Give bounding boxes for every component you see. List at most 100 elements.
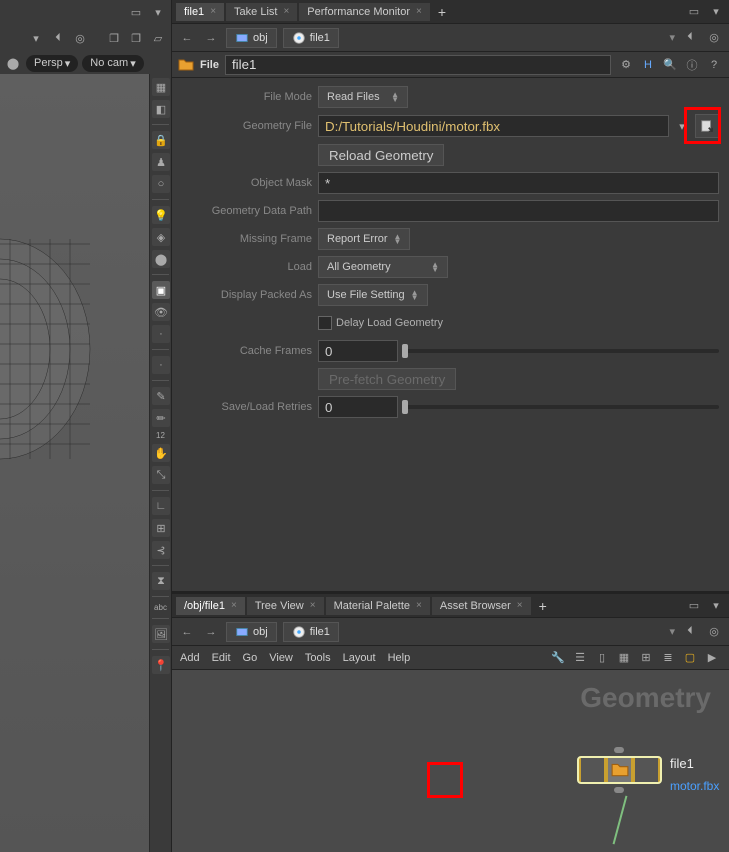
maximize-icon[interactable]: ▭ (685, 3, 703, 21)
node-flag-left[interactable] (581, 758, 604, 782)
node-flag-right[interactable] (635, 758, 658, 782)
shelf-person-icon[interactable]: ♟ (152, 153, 170, 171)
retries-input[interactable] (318, 396, 398, 418)
close-icon[interactable]: × (416, 600, 422, 611)
help-icon[interactable]: ? (705, 56, 723, 74)
pane-menu-icon[interactable]: ▾ (707, 3, 725, 21)
table-icon[interactable]: ⊞ (637, 649, 655, 667)
gear-icon[interactable]: ⚙ (617, 56, 635, 74)
close-icon[interactable]: × (210, 6, 216, 17)
tab-material-palette[interactable]: Material Palette× (326, 597, 430, 615)
grid-color-icon[interactable]: ▦ (615, 649, 633, 667)
viewport-3d[interactable] (0, 74, 149, 852)
shelf-bulb-icon[interactable]: 💡 (152, 206, 170, 224)
file-mode-select[interactable]: Read Files ▲▼ (318, 86, 408, 108)
search-icon[interactable]: 🔍 (661, 56, 679, 74)
geo-data-path-input[interactable] (318, 200, 719, 222)
menu-help[interactable]: Help (388, 652, 411, 664)
maximize-icon[interactable]: ▭ (127, 3, 145, 21)
shelf-wireframe-icon[interactable]: ▦ (152, 78, 170, 96)
node-input-connector[interactable] (614, 747, 624, 753)
target-icon[interactable]: ◎ (705, 29, 723, 47)
close-icon[interactable]: × (231, 600, 237, 611)
display-packed-select[interactable]: Use File Setting ▲▼ (318, 284, 428, 306)
network-view[interactable]: Geometry file1 motor.fbx (172, 670, 729, 852)
shelf-circle-icon[interactable]: ○ (152, 175, 170, 193)
shelf-image-icon[interactable]: 🖼 (152, 625, 170, 643)
tool-icon[interactable]: ▱ (149, 29, 167, 47)
close-icon[interactable]: × (310, 600, 316, 611)
info-icon[interactable]: ⓘ (683, 56, 701, 74)
close-icon[interactable]: × (517, 600, 523, 611)
breadcrumb-dropdown-icon[interactable]: ▾ (669, 31, 675, 44)
detail-icon[interactable]: ≣ (659, 649, 677, 667)
close-icon[interactable]: × (283, 6, 289, 17)
target-icon[interactable]: ◎ (71, 29, 89, 47)
menu-tools[interactable]: Tools (305, 652, 331, 664)
breadcrumb-dropdown-icon[interactable]: ▾ (669, 625, 675, 638)
dropdown-arrow-icon[interactable]: ▾ (27, 29, 45, 47)
nw-breadcrumb-file1[interactable]: file1 (283, 622, 339, 642)
forward-icon[interactable]: → (202, 29, 220, 47)
cache-frames-input[interactable] (318, 340, 398, 362)
shelf-draw-icon[interactable]: ✎ (152, 387, 170, 405)
breadcrumb-obj[interactable]: obj (226, 28, 277, 48)
list-icon[interactable]: ☰ (571, 649, 589, 667)
tab-perf-monitor[interactable]: Performance Monitor× (299, 3, 430, 21)
maximize-icon[interactable]: ▭ (685, 597, 703, 615)
geometry-file-input[interactable] (318, 115, 669, 137)
back-icon[interactable]: ← (178, 623, 196, 641)
shelf-pin-icon[interactable]: 📍 (152, 656, 170, 674)
tab-obj-file1[interactable]: /obj/file1× (176, 597, 245, 615)
shelf-dot2-icon[interactable]: · (152, 356, 170, 374)
tab-asset-browser[interactable]: Asset Browser× (432, 597, 531, 615)
camera-dropdown[interactable]: No cam▾ (82, 55, 143, 72)
wrench-icon[interactable]: 🔧 (549, 649, 567, 667)
shelf-lock-icon[interactable]: 🔒 (152, 131, 170, 149)
shelf-angle-icon[interactable]: ∟ (152, 497, 170, 515)
circle-left-icon[interactable]: ⬤ (4, 54, 22, 72)
pane-menu-icon[interactable]: ▾ (149, 3, 167, 21)
menu-edit[interactable]: Edit (212, 652, 231, 664)
pin-icon[interactable]: ⏴ (681, 623, 699, 641)
shelf-camera-icon[interactable]: ▣ (152, 281, 170, 299)
retries-slider[interactable] (402, 405, 719, 409)
shelf-dot-icon[interactable]: · (152, 325, 170, 343)
note-icon[interactable]: ▢ (681, 649, 699, 667)
node-center-icon[interactable] (608, 758, 631, 782)
close-icon[interactable]: × (416, 6, 422, 17)
cube-stack-icon[interactable]: ❐ (127, 29, 145, 47)
shelf-sphere-icon[interactable]: ⬤ (152, 250, 170, 268)
persp-dropdown[interactable]: Persp▾ (26, 55, 78, 72)
h-icon[interactable]: H (639, 56, 657, 74)
pin-icon[interactable]: ⏴ (49, 29, 67, 47)
cache-frames-slider[interactable] (402, 349, 719, 353)
load-select[interactable]: All Geometry ▲▼ (318, 256, 448, 278)
tab-take-list[interactable]: Take List× (226, 3, 297, 21)
add-tab-button[interactable]: + (533, 598, 553, 614)
forward-icon[interactable]: → (202, 623, 220, 641)
geometry-file-dropdown-icon[interactable]: ▾ (673, 117, 691, 135)
shelf-pen-icon[interactable]: ✏ (152, 409, 170, 427)
node-name-input[interactable] (225, 55, 611, 75)
missing-frame-select[interactable]: Report Error ▲▼ (318, 228, 410, 250)
node-file1[interactable] (577, 756, 662, 784)
menu-add[interactable]: Add (180, 652, 200, 664)
page-icon[interactable]: ▯ (593, 649, 611, 667)
reload-geometry-button[interactable]: Reload Geometry (318, 144, 444, 166)
shelf-hourglass-icon[interactable]: ⧗ (152, 572, 170, 590)
target-icon[interactable]: ◎ (705, 623, 723, 641)
nw-breadcrumb-obj[interactable]: obj (226, 622, 277, 642)
shelf-grid-icon[interactable]: ⊞ (152, 519, 170, 537)
delay-load-checkbox[interactable] (318, 316, 332, 330)
add-tab-button[interactable]: + (432, 4, 452, 20)
node-output-connector[interactable] (614, 787, 624, 793)
back-icon[interactable]: ← (178, 29, 196, 47)
object-mask-input[interactable] (318, 172, 719, 194)
shelf-arrow-icon[interactable]: ⤡ (152, 466, 170, 484)
pin-icon[interactable]: ⏴ (681, 29, 699, 47)
tab-file1[interactable]: file1× (176, 3, 224, 21)
prefetch-button[interactable]: Pre-fetch Geometry (318, 368, 456, 390)
shelf-diamond-icon[interactable]: ◈ (152, 228, 170, 246)
shelf-eye-icon[interactable]: 👁 (152, 303, 170, 321)
